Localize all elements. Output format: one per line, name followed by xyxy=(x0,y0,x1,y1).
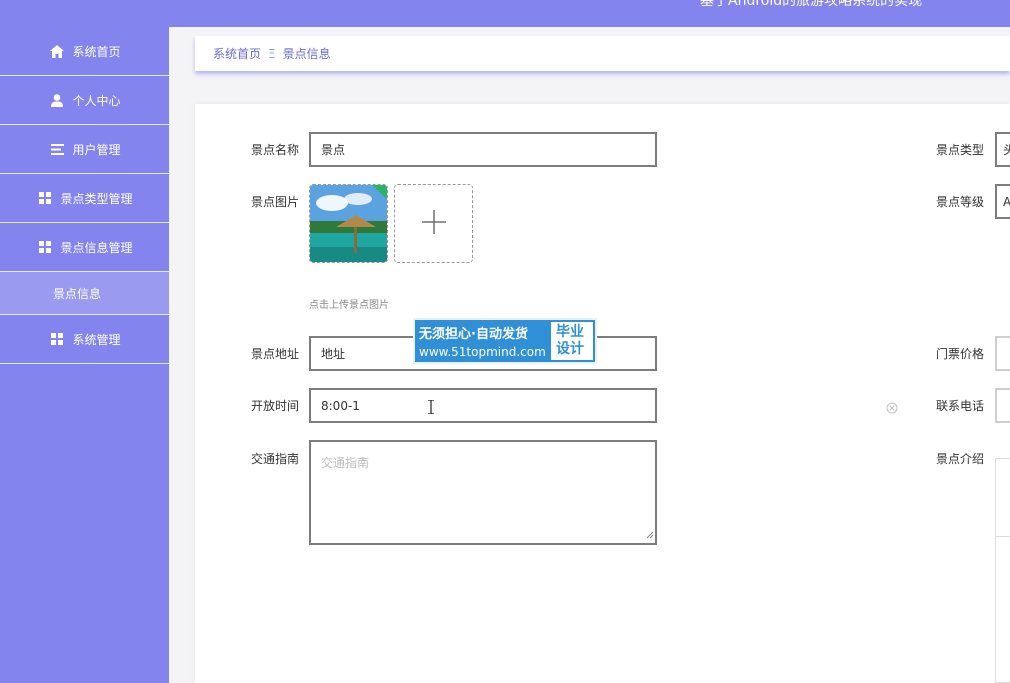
level-value: A xyxy=(1003,195,1010,209)
sidebar-item-label: 景点信息 xyxy=(53,286,102,301)
sidebar-item-home[interactable]: 系统首页 xyxy=(0,27,169,76)
watermark-line1: 无须担心·自动发货 xyxy=(419,327,528,342)
name-value: 景点 xyxy=(321,143,346,157)
price-input[interactable] xyxy=(995,336,1010,371)
traffic-textarea[interactable]: 交通指南 xyxy=(309,440,657,545)
watermark-badge-line1: 毕业 xyxy=(556,324,584,340)
name-input[interactable]: 景点 xyxy=(309,132,657,167)
intro-label: 景点介绍 xyxy=(936,452,985,466)
sidebar-item-label: 景点类型管理 xyxy=(60,191,133,206)
sidebar-item-label: 系统管理 xyxy=(72,332,121,347)
level-select[interactable]: A xyxy=(995,184,1010,219)
sidebar-item-spot-info-manage[interactable]: 景点信息管理 xyxy=(0,223,169,272)
breadcrumb-separator: Ξ xyxy=(268,46,276,61)
sidebar-item-profile[interactable]: 个人中心 xyxy=(0,76,169,125)
address-label: 景点地址 xyxy=(251,347,300,361)
grid-icon xyxy=(48,330,66,348)
intro-editor[interactable] xyxy=(995,458,1010,683)
phone-label: 联系电话 xyxy=(936,399,985,413)
watermark-line2: www.51topmind.com xyxy=(419,345,546,359)
watermark-banner: 无须担心·自动发货 www.51topmind.com 毕业 设计 xyxy=(413,318,597,364)
sidebar-item-spot-types[interactable]: 景点类型管理 xyxy=(0,174,169,223)
open-time-input[interactable]: 8:00-1 xyxy=(309,388,657,423)
price-label: 门票价格 xyxy=(936,347,985,361)
breadcrumb: 系统首页 Ξ 景点信息 xyxy=(195,36,1010,71)
plus-icon xyxy=(421,209,446,238)
spot-image-thumbnail[interactable] xyxy=(309,184,388,263)
upload-hint: 点击上传景点图片 xyxy=(309,300,389,311)
watermark-text: 无须担心·自动发货 www.51topmind.com xyxy=(415,320,549,362)
traffic-placeholder: 交通指南 xyxy=(321,456,370,470)
sidebar-item-label: 用户管理 xyxy=(72,142,121,157)
grid-icon xyxy=(36,238,54,256)
sidebar-item-label: 系统首页 xyxy=(72,44,121,59)
traffic-label: 交通指南 xyxy=(251,452,300,466)
type-label: 景点类型 xyxy=(936,143,985,157)
sidebar-item-label: 景点信息管理 xyxy=(60,240,133,255)
sidebar-item-users[interactable]: 用户管理 xyxy=(0,125,169,174)
phone-input[interactable] xyxy=(995,388,1010,423)
level-label: 景点等级 xyxy=(936,195,985,209)
breadcrumb-home[interactable]: 系统首页 xyxy=(213,45,261,62)
watermark-badge: 毕业 设计 xyxy=(549,320,595,362)
sidebar-item-label: 个人中心 xyxy=(72,93,121,108)
top-bar: 基于Android的旅游攻略系统的实现 xyxy=(0,0,1010,27)
app-title: 基于Android的旅游攻略系统的实现 xyxy=(700,0,923,9)
open-time-value: 8:00-1 xyxy=(321,398,360,413)
breadcrumb-current: 景点信息 xyxy=(282,47,331,61)
type-select[interactable]: 头 xyxy=(995,132,1010,167)
image-upload-button[interactable] xyxy=(394,184,473,263)
user-icon xyxy=(48,91,66,109)
image-label: 景点图片 xyxy=(251,195,300,209)
editor-toolbar xyxy=(996,459,1010,537)
form-card: 景点名称 景点 景点图片 点击上传景点图片 景点地址 地址 开放时间 8:00-… xyxy=(195,104,1010,683)
home-icon xyxy=(48,42,66,60)
sidebar-subitem-spot-info[interactable]: 景点信息 xyxy=(0,272,169,315)
sidebar-item-system[interactable]: 系统管理 xyxy=(0,315,169,364)
clear-icon[interactable] xyxy=(886,399,898,418)
name-label: 景点名称 xyxy=(251,143,300,157)
open-time-label: 开放时间 xyxy=(251,399,300,413)
watermark-badge-line2: 设计 xyxy=(556,341,584,357)
resize-handle-icon[interactable] xyxy=(645,528,654,542)
type-value: 头 xyxy=(1003,141,1010,158)
menu-icon xyxy=(48,140,66,158)
address-value: 地址 xyxy=(321,347,346,361)
sidebar: 系统首页 个人中心 用户管理 景点类型管理 景点信息管理 景点信息 系统管理 xyxy=(0,27,169,683)
grid-icon xyxy=(36,189,54,207)
text-cursor-icon xyxy=(427,399,435,417)
